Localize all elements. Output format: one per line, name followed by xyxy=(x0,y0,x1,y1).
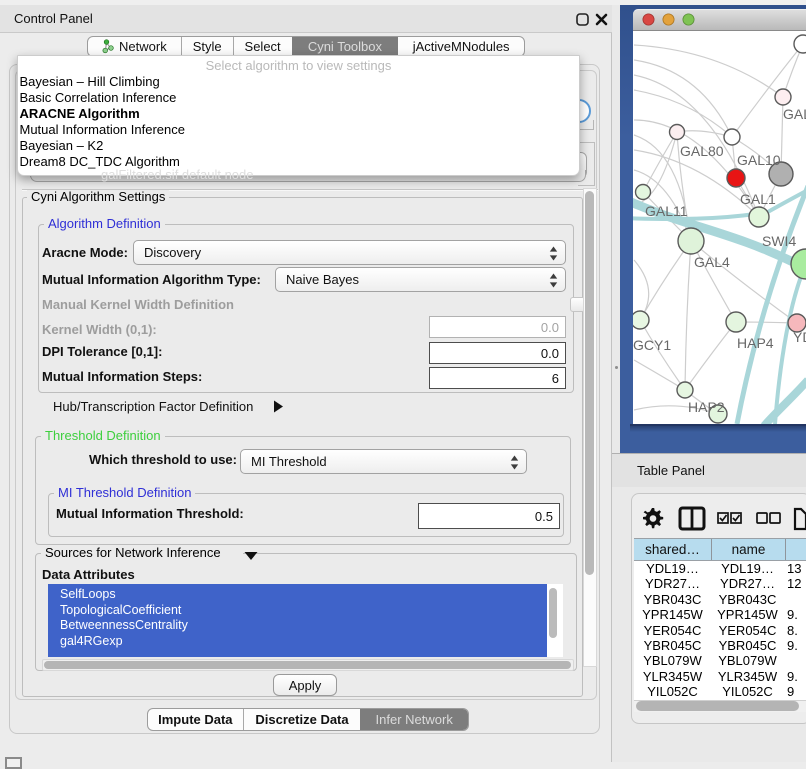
svg-text:GCY1: GCY1 xyxy=(633,337,671,353)
svg-text:GAL80: GAL80 xyxy=(680,143,724,159)
svg-text:GAL1: GAL1 xyxy=(740,191,776,207)
svg-text:GAL10: GAL10 xyxy=(737,152,781,168)
svg-text:SWI4: SWI4 xyxy=(762,233,796,249)
svg-text:HAP4: HAP4 xyxy=(737,335,774,351)
svg-text:HAP2: HAP2 xyxy=(688,399,725,415)
svg-text:GAL11: GAL11 xyxy=(645,203,688,219)
svg-text:GAL4: GAL4 xyxy=(694,254,730,270)
svg-text:GAL7: GAL7 xyxy=(783,106,806,122)
svg-text:YD: YD xyxy=(793,329,806,345)
